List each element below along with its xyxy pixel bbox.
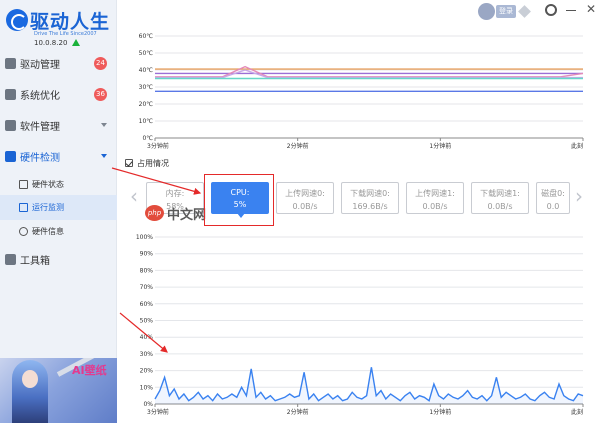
annotation-arrows	[111, 167, 202, 353]
app-window: 驱动人生 Drive The Life Since2007 10.0.8.20 …	[0, 0, 600, 423]
annotation-arrow	[111, 167, 202, 195]
annotation-arrow	[119, 312, 168, 353]
